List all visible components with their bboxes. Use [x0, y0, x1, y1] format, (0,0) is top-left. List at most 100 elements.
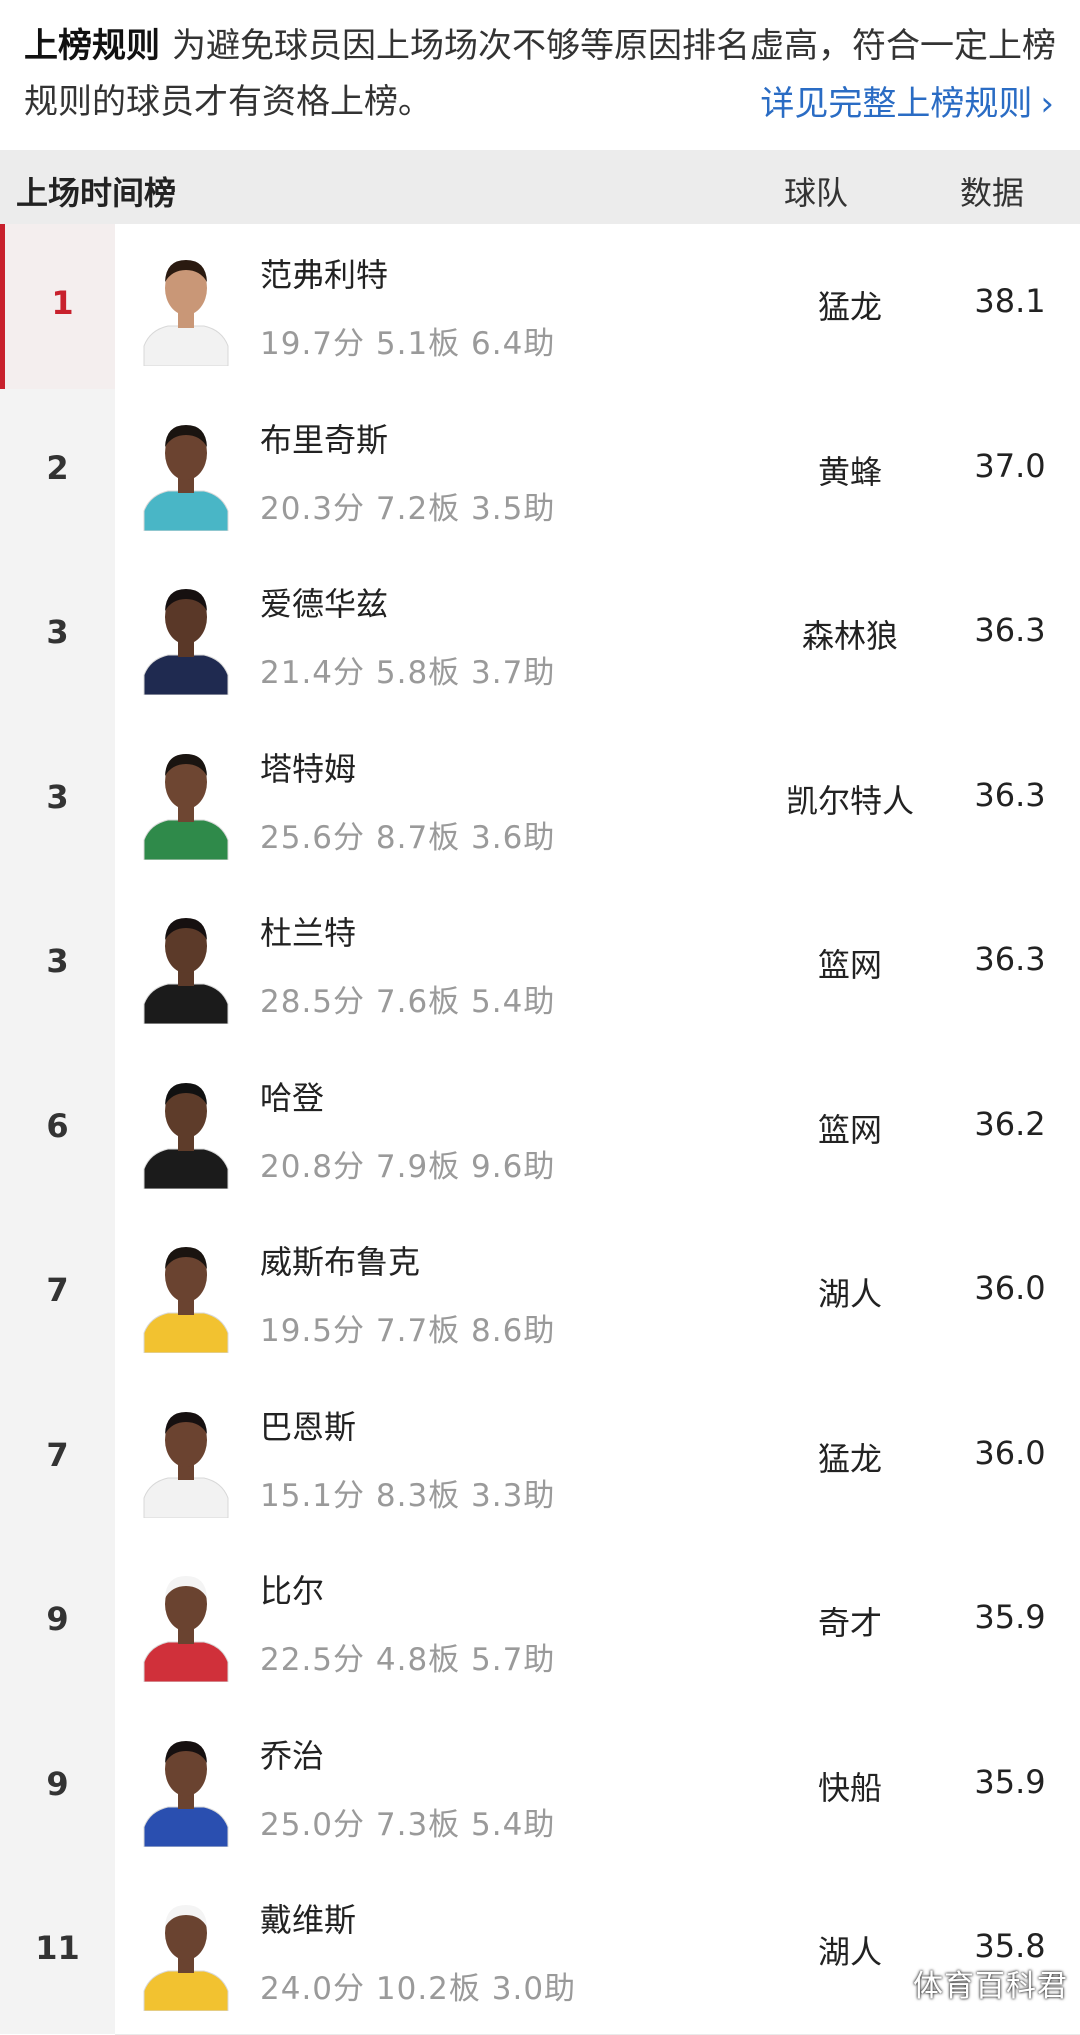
rank-number: 7 — [46, 1435, 69, 1474]
player-row[interactable]: 9 乔治 25.0分 7.3板 5.4助 快船 35.9 — [0, 1704, 1080, 1870]
minutes-value: 37.0 — [974, 446, 1046, 485]
player-info: 布里奇斯 20.3分 7.2板 3.5助 黄蜂 37.0 — [115, 388, 1080, 554]
player-name[interactable]: 布里奇斯 — [260, 415, 388, 461]
rank-cell: 3 — [0, 717, 115, 882]
player-row[interactable]: 3 杜兰特 28.5分 7.6板 5.4助 篮网 36.3 — [0, 882, 1080, 1048]
player-name[interactable]: 戴维斯 — [260, 1895, 356, 1941]
player-row[interactable]: 3 塔特姆 25.6分 8.7板 3.6助 凯尔特人 36.3 — [0, 717, 1080, 883]
rank-cell: 6 — [0, 1046, 115, 1211]
rank-cell: 3 — [0, 553, 115, 718]
player-name[interactable]: 哈登 — [260, 1073, 324, 1119]
player-info: 范弗利特 19.7分 5.1板 6.4助 猛龙 38.1 — [115, 224, 1080, 390]
player-name[interactable]: 巴恩斯 — [260, 1402, 356, 1448]
player-avatar — [143, 1247, 229, 1353]
player-row[interactable]: 1 范弗利特 19.7分 5.1板 6.4助 猛龙 38.1 — [0, 224, 1080, 390]
player-name[interactable]: 杜兰特 — [260, 908, 356, 954]
rank-number: 1 — [51, 284, 74, 322]
player-name[interactable]: 爱德华兹 — [260, 579, 388, 625]
player-avatar — [143, 424, 229, 531]
rank-cell: 1 — [0, 224, 115, 389]
player-row[interactable]: 9 比尔 22.5分 4.8板 5.7助 奇才 35.9 — [0, 1540, 1080, 1706]
player-team: 快船 — [817, 1768, 882, 1807]
player-team: 湖人 — [817, 1933, 882, 1971]
minutes-value: 36.3 — [974, 611, 1046, 649]
player-row[interactable]: 11 戴维斯 24.0分 10.2板 3.0助 湖人 35.8 — [0, 1869, 1080, 2035]
player-stats: 25.6分 8.7板 3.6助 — [260, 819, 556, 856]
full-rules-link[interactable]: 详见完整上榜规则 › — [760, 76, 1054, 132]
player-team: 凯尔特人 — [785, 781, 914, 820]
player-row[interactable]: 7 巴恩斯 15.1分 8.3板 3.3助 猛龙 36.0 — [0, 1375, 1080, 1541]
rank-number: 7 — [46, 1271, 69, 1309]
rank-number: 9 — [46, 1764, 69, 1803]
player-team: 篮网 — [817, 1110, 882, 1149]
player-stats: 20.8分 7.9板 9.6助 — [260, 1148, 556, 1185]
rules-banner: 上榜规则 为避免球员因上场场次不够等原因排名虚高，符合一定上榜规则的球员才有资格上… — [0, 0, 1080, 150]
player-stats: 22.5分 4.8板 5.7助 — [260, 1642, 556, 1678]
player-team: 篮网 — [817, 946, 882, 984]
rank-number: 3 — [46, 942, 69, 980]
player-avatar — [143, 1411, 229, 1518]
rank-cell: 7 — [0, 1211, 115, 1376]
player-info: 乔治 25.0分 7.3板 5.4助 快船 35.9 — [115, 1704, 1080, 1870]
player-info: 威斯布鲁克 19.5分 7.7板 8.6助 湖人 36.0 — [115, 1211, 1080, 1377]
player-avatar — [143, 260, 229, 366]
player-row[interactable]: 3 爱德华兹 21.4分 5.8板 3.7助 森林狼 36.3 — [0, 553, 1080, 719]
minutes-value: 36.0 — [974, 1269, 1046, 1307]
rank-number: 6 — [46, 1106, 69, 1145]
player-row[interactable]: 7 威斯布鲁克 19.5分 7.7板 8.6助 湖人 36.0 — [0, 1211, 1080, 1377]
team-column-header: 球队 — [784, 174, 849, 212]
rank-cell: 11 — [0, 1869, 115, 2034]
player-stats: 21.4分 5.8板 3.7助 — [260, 655, 556, 691]
player-avatar — [143, 1740, 229, 1847]
player-team: 黄蜂 — [817, 452, 882, 491]
player-name[interactable]: 塔特姆 — [260, 744, 356, 790]
rank-number: 2 — [46, 448, 69, 487]
rank-number: 3 — [46, 777, 69, 816]
minutes-value: 35.9 — [974, 1762, 1046, 1801]
minutes-value: 36.3 — [974, 940, 1046, 978]
player-avatar — [143, 1905, 229, 2011]
player-avatar — [143, 1576, 229, 1682]
player-stats: 19.5分 7.7板 8.6助 — [260, 1313, 556, 1349]
minutes-value: 36.0 — [974, 1433, 1046, 1472]
minutes-value: 36.3 — [974, 775, 1046, 814]
minutes-value: 35.8 — [974, 1927, 1046, 1965]
table-header: 上场时间榜 球队 数据 — [0, 150, 1080, 224]
player-avatar — [143, 918, 229, 1024]
leaderboard-title: 上场时间榜 — [16, 174, 177, 212]
rank-number: 9 — [46, 1600, 69, 1638]
rank-cell: 7 — [0, 1375, 115, 1540]
player-name[interactable]: 范弗利特 — [260, 250, 388, 296]
player-stats: 15.1分 8.3板 3.3助 — [260, 1477, 556, 1514]
player-name[interactable]: 乔治 — [260, 1731, 324, 1777]
rank-number: 11 — [35, 1929, 80, 1967]
player-avatar — [143, 589, 229, 695]
player-info: 杜兰特 28.5分 7.6板 5.4助 篮网 36.3 — [115, 882, 1080, 1048]
player-stats: 24.0分 10.2板 3.0助 — [260, 1971, 577, 2007]
rank-cell: 3 — [0, 882, 115, 1047]
player-team: 猛龙 — [817, 288, 882, 326]
watermark: 体育百科君 — [913, 1969, 1068, 2004]
player-avatar — [143, 753, 229, 860]
player-avatar — [143, 1082, 229, 1189]
player-team: 奇才 — [817, 1604, 882, 1642]
player-team: 森林狼 — [801, 617, 898, 655]
rank-cell: 9 — [0, 1540, 115, 1705]
rules-title: 上榜规则 — [24, 26, 160, 66]
rank-cell: 9 — [0, 1704, 115, 1869]
player-row[interactable]: 2 布里奇斯 20.3分 7.2板 3.5助 黄蜂 37.0 — [0, 388, 1080, 554]
minutes-value: 35.9 — [974, 1598, 1046, 1636]
player-team: 湖人 — [817, 1275, 882, 1313]
player-info: 比尔 22.5分 4.8板 5.7助 奇才 35.9 — [115, 1540, 1080, 1706]
player-name[interactable]: 比尔 — [260, 1566, 324, 1612]
data-column-header[interactable]: 数据 — [960, 168, 1024, 214]
player-info: 哈登 20.8分 7.9板 9.6助 篮网 36.2 — [115, 1046, 1080, 1212]
player-name[interactable]: 威斯布鲁克 — [260, 1237, 420, 1283]
rank-number: 3 — [46, 613, 69, 651]
player-stats: 28.5分 7.6板 5.4助 — [260, 984, 556, 1020]
player-row[interactable]: 6 哈登 20.8分 7.9板 9.6助 篮网 36.2 — [0, 1046, 1080, 1212]
full-rules-link-label[interactable]: 详见完整上榜规则 — [760, 84, 1032, 124]
minutes-value: 38.1 — [974, 282, 1046, 320]
player-stats: 19.7分 5.1板 6.4助 — [260, 326, 556, 362]
rank-cell: 2 — [0, 388, 115, 553]
